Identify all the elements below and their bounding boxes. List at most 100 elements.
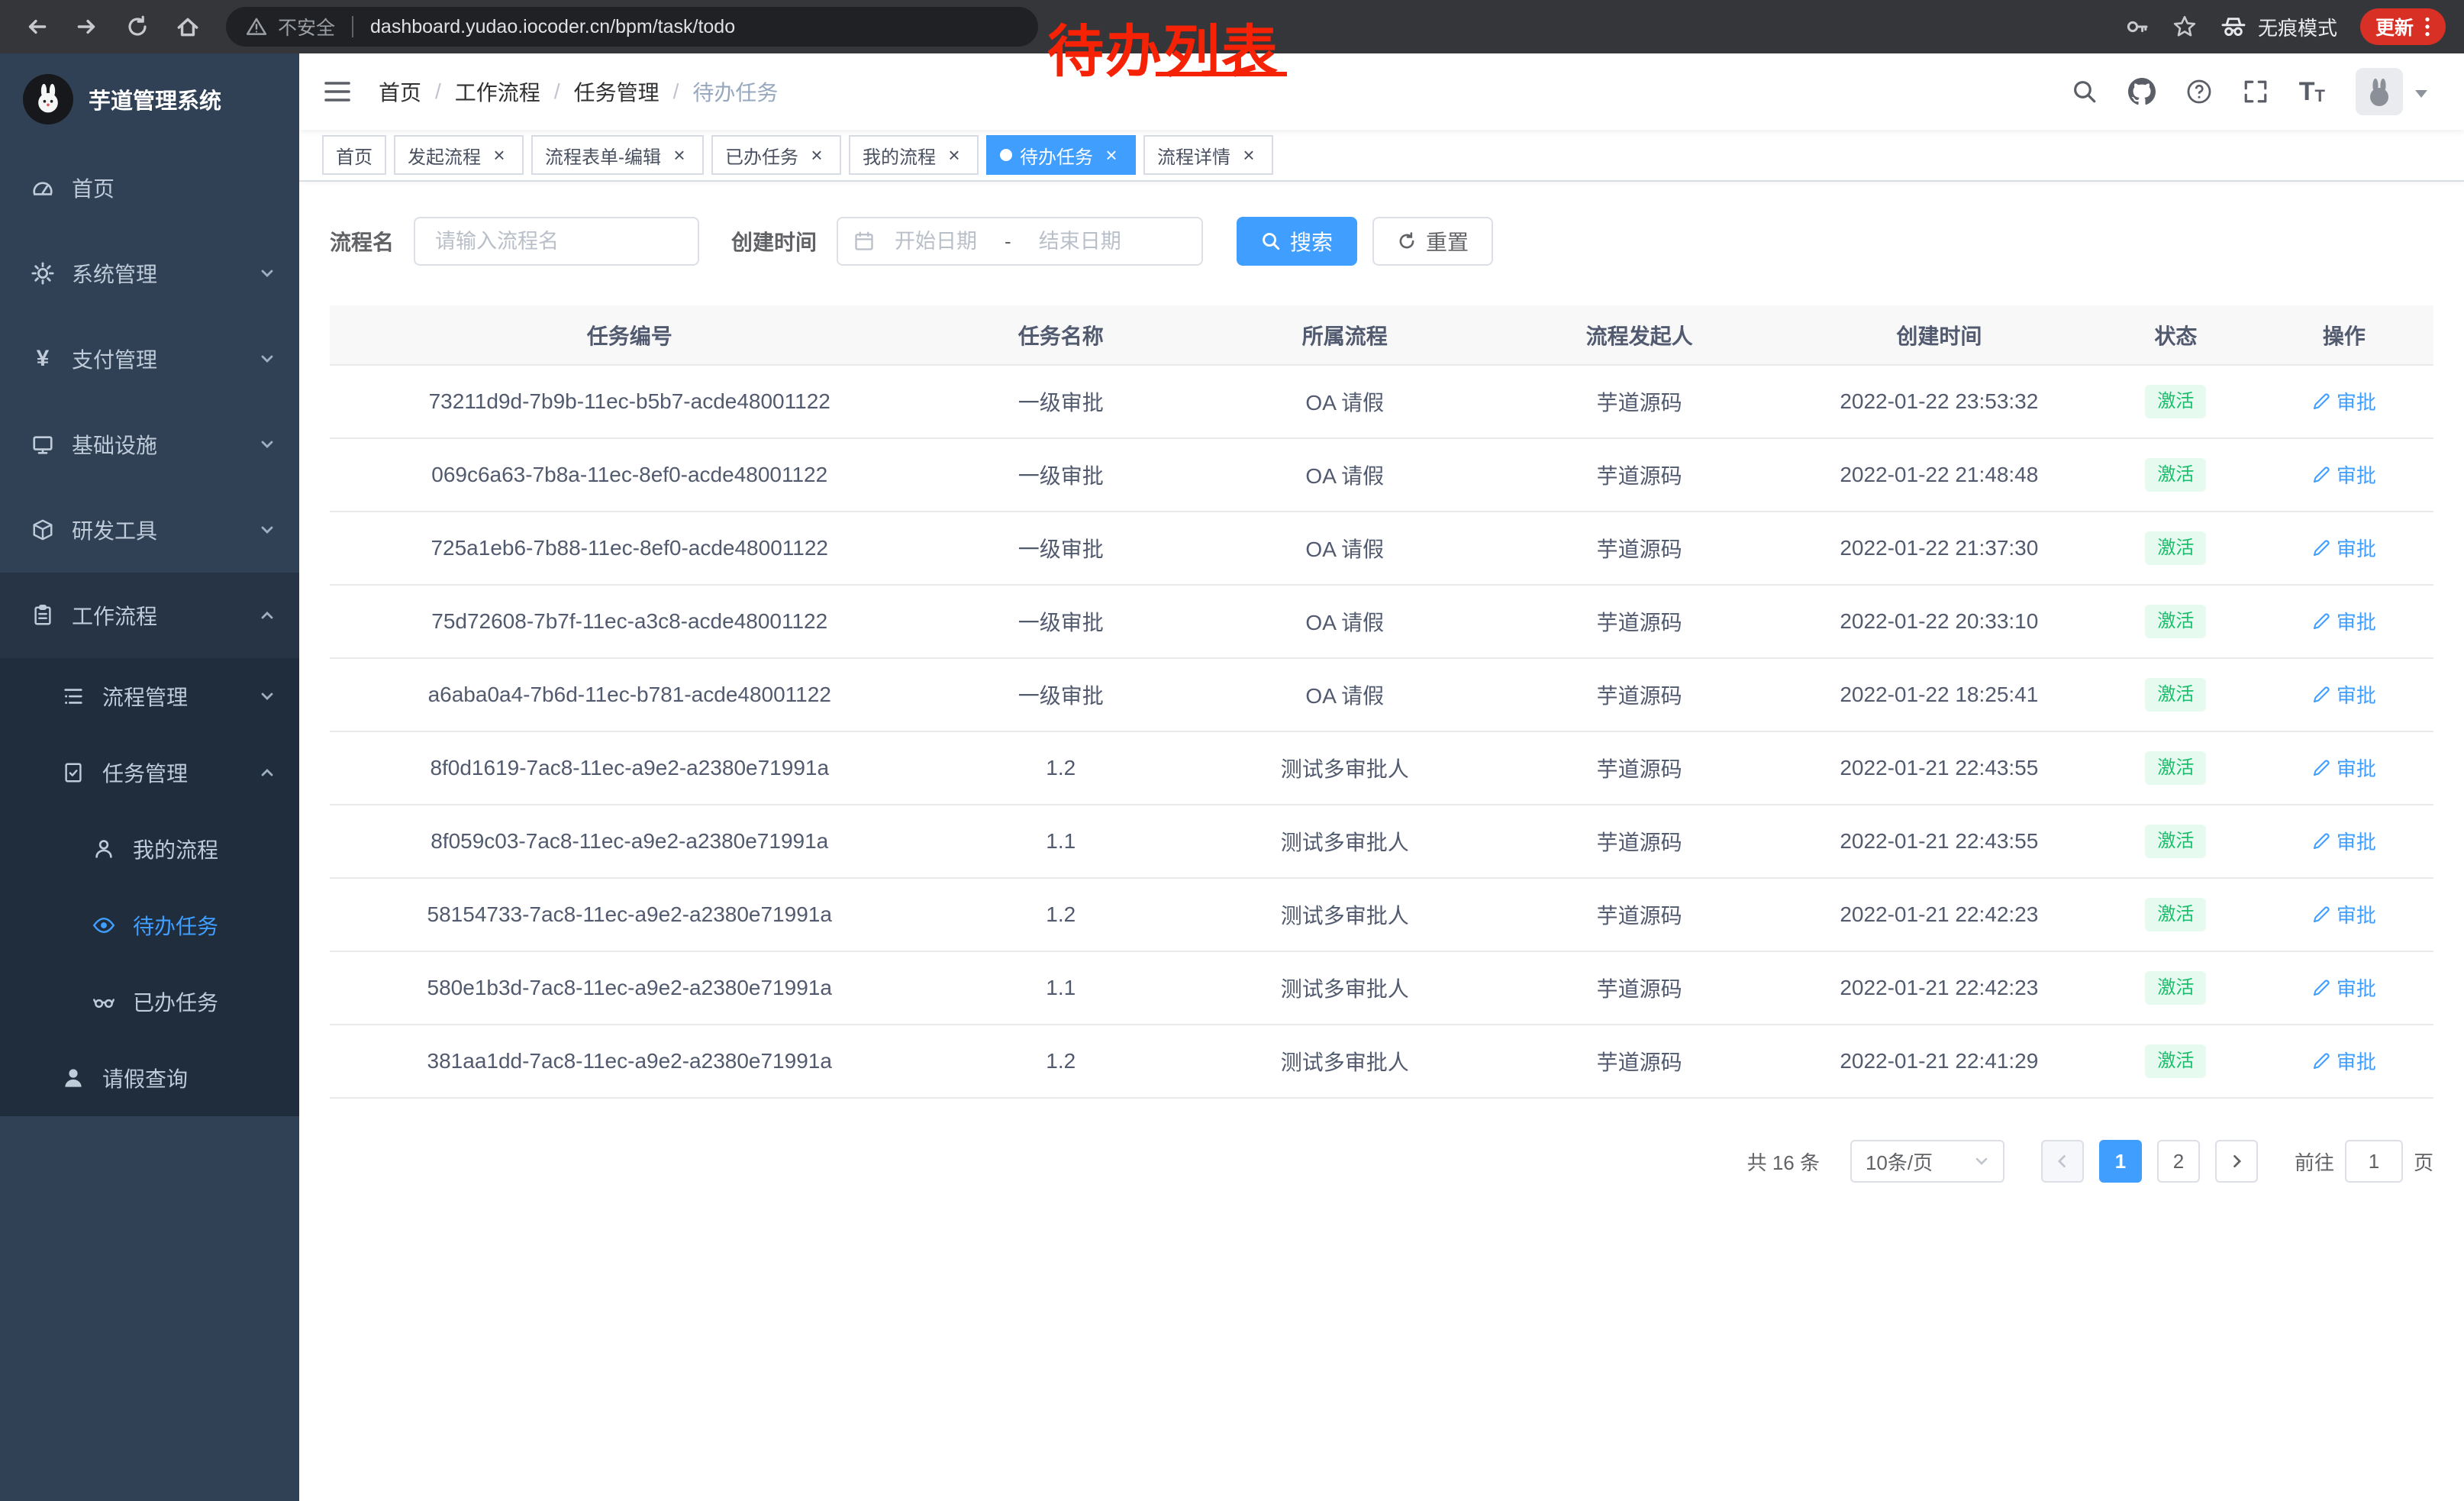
close-icon[interactable]: × — [943, 144, 965, 166]
page-size-select[interactable]: 10条/页 — [1850, 1140, 2004, 1183]
sidebar-item-payment[interactable]: ¥ 支付管理 — [0, 316, 299, 402]
font-size-icon[interactable]: TT — [2299, 79, 2325, 105]
tab-my-process[interactable]: 我的流程 × — [849, 135, 979, 175]
sidebar-item-devtools[interactable]: 研发工具 — [0, 487, 299, 573]
breadcrumb-item[interactable]: 任务管理 — [574, 76, 660, 107]
cell-action: 审批 — [2255, 658, 2433, 731]
start-date-input[interactable] — [882, 230, 989, 253]
approve-link[interactable]: 审批 — [2312, 827, 2376, 855]
cell-task-name: 一级审批 — [929, 365, 1192, 438]
cell-action: 审批 — [2255, 805, 2433, 878]
top-navbar: 首页 / 工作流程 / 任务管理 / 待办任务 — [299, 53, 2464, 130]
user-menu[interactable] — [2356, 68, 2429, 115]
people-icon — [92, 837, 116, 861]
breadcrumb-item[interactable]: 首页 — [379, 76, 421, 107]
sidebar-item-todo-tasks[interactable]: 待办任务 — [0, 887, 299, 964]
goto-page-input[interactable] — [2345, 1140, 2403, 1183]
chevron-up-icon — [260, 608, 275, 623]
github-icon[interactable] — [2128, 78, 2156, 105]
cell-process: OA 请假 — [1192, 438, 1498, 512]
screen: 不安全 dashboard.yudao.iocoder.cn/bpm/task/… — [0, 0, 2464, 1501]
key-icon[interactable] — [2125, 15, 2150, 39]
kebab-menu-icon[interactable] — [2424, 16, 2430, 37]
avatar[interactable] — [2356, 68, 2403, 115]
approve-link[interactable]: 审批 — [2312, 460, 2376, 489]
sidebar-item-system[interactable]: 系统管理 — [0, 231, 299, 316]
close-icon[interactable]: × — [489, 144, 510, 166]
column-header: 任务编号 — [330, 305, 929, 365]
fullscreen-icon[interactable] — [2243, 79, 2269, 105]
reset-button[interactable]: 重置 — [1372, 217, 1493, 266]
column-header: 所属流程 — [1192, 305, 1498, 365]
bookmark-star-icon[interactable] — [2172, 15, 2197, 39]
tab-process-detail[interactable]: 流程详情 × — [1143, 135, 1273, 175]
close-icon[interactable]: × — [1238, 144, 1259, 166]
cell-process: OA 请假 — [1192, 365, 1498, 438]
tab-done-tasks[interactable]: 已办任务 × — [711, 135, 841, 175]
sidebar-item-done-tasks[interactable]: 已办任务 — [0, 964, 299, 1040]
monitor-icon — [31, 432, 55, 457]
sidebar-item-home[interactable]: 首页 — [0, 145, 299, 231]
sidebar-item-workflow[interactable]: 工作流程 — [0, 573, 299, 658]
close-icon[interactable]: × — [806, 144, 827, 166]
update-button[interactable]: 更新 — [2360, 8, 2446, 45]
date-range-picker[interactable]: - — [837, 217, 1203, 266]
tab-todo-tasks[interactable]: 待办任务 × — [986, 135, 1136, 175]
approve-link[interactable]: 审批 — [2312, 900, 2376, 928]
hamburger-icon[interactable] — [324, 79, 351, 104]
breadcrumb-item[interactable]: 工作流程 — [455, 76, 540, 107]
caret-down-icon — [2414, 88, 2429, 100]
status-badge: 激活 — [2145, 458, 2206, 492]
sidebar-item-process-management[interactable]: 流程管理 — [0, 658, 299, 734]
cell-process: 测试多审批人 — [1192, 1025, 1498, 1098]
sidebar-item-label: 我的流程 — [133, 834, 218, 864]
urlbar-divider — [352, 16, 353, 37]
approve-link[interactable]: 审批 — [2312, 1047, 2376, 1075]
app-logo[interactable]: 芋道管理系统 — [0, 53, 299, 145]
logo-icon — [23, 74, 73, 124]
cell-process: 测试多审批人 — [1192, 878, 1498, 951]
cell-initiator: 芋道源码 — [1498, 585, 1782, 658]
approve-link[interactable]: 审批 — [2312, 680, 2376, 709]
close-icon[interactable]: × — [669, 144, 690, 166]
next-page-button[interactable] — [2215, 1140, 2258, 1183]
approve-link[interactable]: 审批 — [2312, 973, 2376, 1002]
address-bar[interactable]: 不安全 dashboard.yudao.iocoder.cn/bpm/task/… — [226, 7, 1038, 47]
end-date-input[interactable] — [1027, 230, 1134, 253]
cell-task-id: 58154733-7ac8-11ec-a9e2-a2380e71991a — [330, 878, 929, 951]
approve-link[interactable]: 审批 — [2312, 387, 2376, 415]
approve-link[interactable]: 审批 — [2312, 607, 2376, 635]
prev-page-button[interactable] — [2041, 1140, 2084, 1183]
process-name-input[interactable] — [414, 217, 699, 266]
calendar-icon — [853, 231, 875, 252]
sidebar-item-label: 待办任务 — [133, 910, 218, 941]
sidebar-item-infrastructure[interactable]: 基础设施 — [0, 402, 299, 487]
page-button-1[interactable]: 1 — [2099, 1140, 2142, 1183]
sidebar-item-task-management[interactable]: 任务管理 — [0, 734, 299, 811]
page-button-2[interactable]: 2 — [2157, 1140, 2200, 1183]
status-badge: 激活 — [2145, 1044, 2206, 1078]
search-button[interactable]: 搜索 — [1237, 217, 1357, 266]
home-icon[interactable] — [169, 8, 206, 45]
cell-created: 2022-01-22 18:25:41 — [1782, 658, 2097, 731]
approve-link[interactable]: 审批 — [2312, 534, 2376, 562]
reload-icon[interactable] — [119, 8, 156, 45]
sidebar-item-leave-query[interactable]: 请假查询 — [0, 1040, 299, 1116]
incognito-icon — [2220, 13, 2247, 40]
tab-form-edit[interactable]: 流程表单-编辑 × — [531, 135, 704, 175]
search-icon[interactable] — [2072, 79, 2098, 105]
cell-status: 激活 — [2097, 805, 2255, 878]
help-icon[interactable] — [2186, 79, 2212, 105]
incognito-badge: 无痕模式 — [2220, 13, 2337, 41]
cell-created: 2022-01-21 22:42:23 — [1782, 878, 2097, 951]
sidebar-item-label: 基础设施 — [72, 429, 157, 460]
back-icon[interactable] — [18, 8, 55, 45]
security-chip-label[interactable]: 不安全 — [278, 13, 335, 40]
approve-link[interactable]: 审批 — [2312, 754, 2376, 782]
close-icon[interactable]: × — [1101, 144, 1122, 166]
sidebar-item-my-process[interactable]: 我的流程 — [0, 811, 299, 887]
tab-start-process[interactable]: 发起流程 × — [394, 135, 524, 175]
tab-home[interactable]: 首页 — [322, 135, 386, 175]
forward-icon[interactable] — [69, 8, 105, 45]
url-text[interactable]: dashboard.yudao.iocoder.cn/bpm/task/todo — [370, 16, 735, 38]
